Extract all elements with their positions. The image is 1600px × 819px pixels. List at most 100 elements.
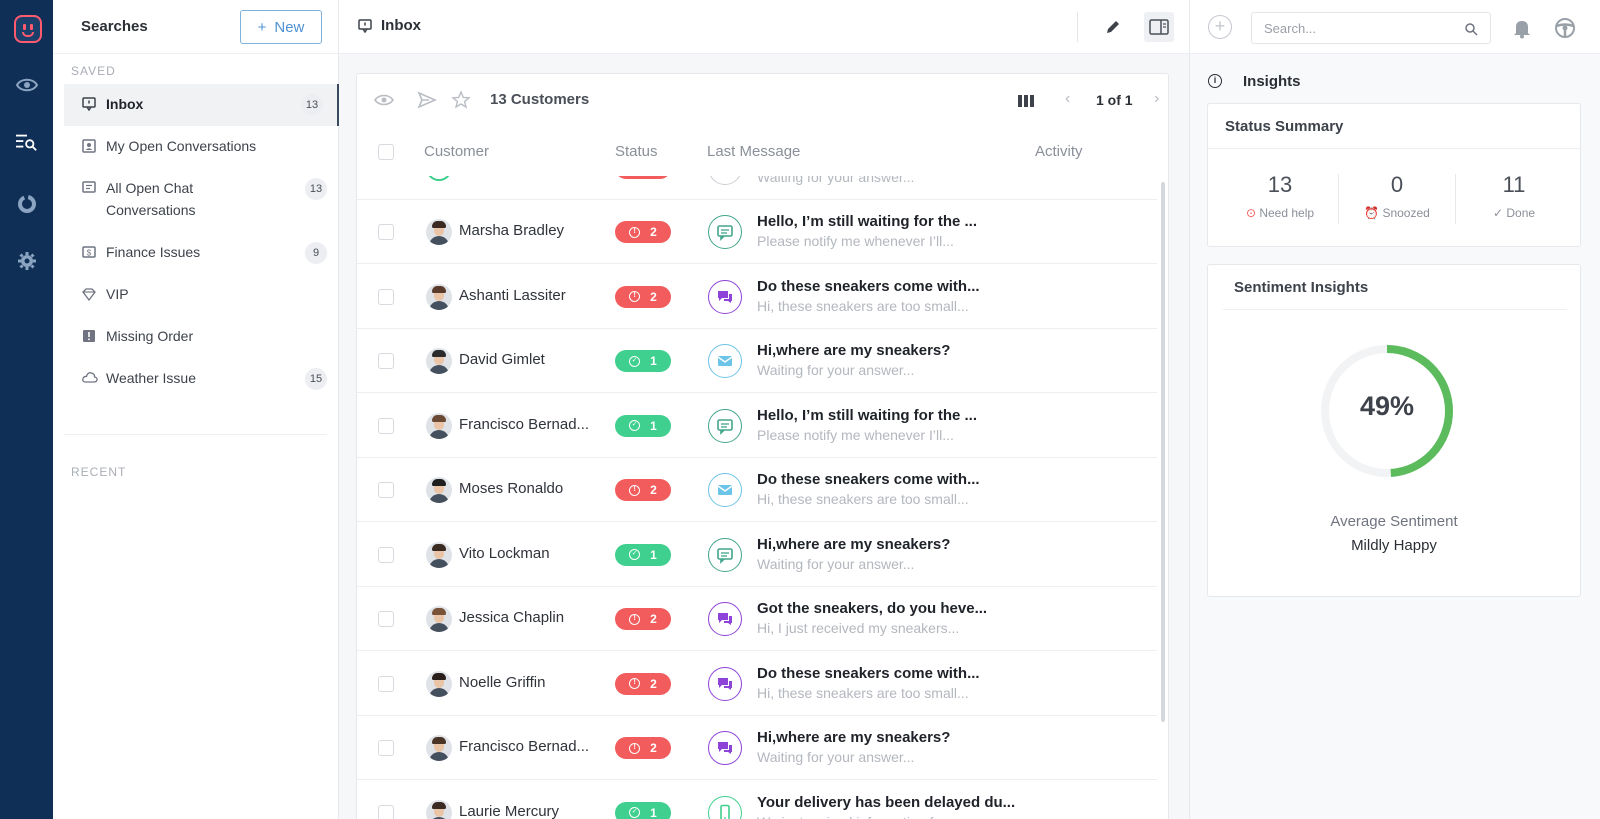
sidebar-item-inbox[interactable]: Inbox 13 [64, 84, 339, 126]
customer-name[interactable]: Francisco Bernad... [459, 738, 589, 755]
alert-circle-icon: ! [629, 678, 641, 689]
messenger-icon [708, 602, 742, 636]
columns-icon[interactable] [1018, 94, 1034, 108]
list-scrollbar[interactable] [1161, 182, 1165, 722]
stat-value: 0 [1390, 172, 1404, 197]
table-row[interactable]: Francisco Bernad... ✓ 1 Hello, I’m still wa… [357, 393, 1157, 458]
message-title: Do these sneakers come with... [757, 471, 980, 488]
status-count: 2 [650, 483, 657, 497]
customer-name[interactable]: Laurie Mercury [459, 803, 559, 819]
chat-list-icon [82, 181, 96, 195]
search-input[interactable]: Search... [1251, 12, 1491, 44]
customer-name[interactable]: Francisco Bernad... [459, 416, 589, 433]
customer-name[interactable]: Noelle Griffin [459, 674, 545, 691]
avatar [426, 412, 452, 439]
avatar [426, 477, 452, 503]
table-row[interactable]: Vito Lockman ✓ 1 Hi,where are my sneakers? W… [357, 522, 1157, 587]
search-list-icon[interactable] [16, 131, 38, 153]
column-header-status[interactable]: Status [615, 143, 658, 160]
sidebar-item-finance-issues[interactable]: $ Finance Issues 9 [64, 232, 339, 274]
table-row[interactable]: Moses Ronaldo! 2 Do these sneakers come wi… [357, 458, 1157, 522]
app-logo-icon[interactable] [14, 15, 42, 43]
bell-icon[interactable] [1511, 17, 1533, 39]
chat-icon [708, 176, 742, 185]
table-body: Waiting for your answer... Marsha Bradle… [357, 176, 1157, 819]
sidebar-item-vip[interactable]: VIP [64, 274, 339, 316]
table-row[interactable]: Jessica Chaplin! 2 Got the sneakers, do yo… [357, 587, 1157, 651]
row-checkbox[interactable] [378, 224, 394, 240]
row-checkbox[interactable] [378, 353, 394, 369]
check-icon: ✓ [629, 355, 641, 367]
sidebar-item-all-open-chat-conversations[interactable]: All Open Chat Conversations 13 [64, 168, 339, 224]
row-checkbox[interactable] [378, 546, 394, 563]
status-count: 1 [650, 354, 657, 368]
chevron-left-icon[interactable]: ‹ [1065, 90, 1070, 108]
recent-section-label: RECENT [71, 465, 127, 479]
table-row[interactable]: Marsha Bradley! 2 Hello, I’m still waiting… [357, 200, 1157, 264]
avatar [426, 219, 452, 245]
eye-icon[interactable] [16, 74, 38, 96]
table-row[interactable]: Francisco Bernad...! 2 Hi,where are my sne… [357, 716, 1157, 780]
stat-done[interactable]: 11 ✓ Done [1454, 172, 1574, 220]
sidebar-item-my-open-conversations[interactable]: My Open Conversations [64, 126, 339, 168]
insights-panel: + Search... i Insights Status Summary 13… [1189, 0, 1600, 819]
row-checkbox[interactable] [378, 740, 394, 756]
customer-name[interactable]: David Gimlet [459, 351, 545, 368]
dollar-icon: $ [82, 245, 96, 259]
customer-name[interactable]: Vito Lockman [459, 545, 550, 562]
column-header-last-message[interactable]: Last Message [707, 143, 800, 160]
status-badge: ! 2 [615, 737, 671, 759]
stat-label-row: ⏰ Snoozed [1337, 206, 1457, 220]
send-icon[interactable] [417, 90, 439, 112]
stat-need-help[interactable]: 13 ⊙ Need help [1220, 172, 1340, 220]
table-row[interactable]: Noelle Griffin! 2 Do these sneakers come w… [357, 651, 1157, 716]
alert-circle-icon: ! [629, 742, 641, 754]
column-header-customer[interactable]: Customer [424, 143, 489, 160]
new-search-button[interactable]: + New [240, 10, 322, 44]
star-icon[interactable] [451, 90, 473, 112]
add-icon[interactable]: + [1208, 15, 1232, 39]
message-preview: Waiting for your answer... [757, 362, 915, 378]
table-row[interactable]: Laurie Mercury ✓ 1 Your delivery has been d… [357, 780, 1157, 819]
row-checkbox[interactable] [378, 804, 394, 819]
row-checkbox[interactable] [378, 288, 394, 305]
table-row[interactable]: Waiting for your answer... [357, 176, 1157, 200]
avatar [426, 348, 452, 374]
chat-icon [708, 215, 742, 249]
chat-icon [708, 537, 742, 572]
customer-name[interactable]: Marsha Bradley [459, 222, 564, 239]
message-title: Hello, I’m still waiting for the ... [757, 213, 978, 230]
nav-rail [0, 0, 53, 819]
alert-circle-icon: ! [629, 484, 641, 496]
row-checkbox[interactable] [378, 611, 394, 627]
message-title: Hi,where are my sneakers? [757, 535, 951, 553]
row-checkbox[interactable] [378, 482, 394, 498]
sidebar-item-missing-order[interactable]: Missing Order [64, 316, 339, 358]
column-header-activity[interactable]: Activity [1035, 143, 1083, 160]
message-title: Got the sneakers, do you heve... [757, 600, 988, 617]
table-row[interactable]: David Gimlet ✓ 1 Hi,where are my sneakers? W… [357, 329, 1157, 393]
toggle-panel-icon[interactable] [1144, 12, 1174, 42]
pencil-icon[interactable] [1103, 17, 1123, 37]
customer-name[interactable]: Ashanti Lassiter [459, 287, 566, 304]
sidebar-item-weather-issue[interactable]: Weather Issue 15 [64, 358, 339, 400]
messenger-icon [708, 731, 742, 765]
customer-name[interactable]: Jessica Chaplin [459, 609, 564, 626]
steering-wheel-icon[interactable] [1554, 17, 1576, 39]
chevron-right-icon[interactable]: › [1154, 90, 1159, 108]
person-card-icon [82, 139, 96, 153]
eye-icon[interactable] [374, 90, 396, 112]
messenger-icon [708, 666, 742, 701]
sidebar-item-count: 13 [301, 94, 323, 116]
row-checkbox[interactable] [378, 417, 394, 434]
message-preview: Waiting for your answer... [757, 749, 915, 765]
row-checkbox[interactable] [378, 675, 394, 692]
status-badge: ! 2 [615, 672, 671, 695]
reports-icon[interactable] [16, 193, 38, 215]
message-title: Hi,where are my sneakers? [757, 342, 951, 359]
gear-icon[interactable] [16, 250, 38, 272]
select-all-checkbox[interactable] [378, 144, 394, 160]
stat-snoozed[interactable]: 0 ⏰ Snoozed [1337, 172, 1457, 220]
customer-name[interactable]: Moses Ronaldo [459, 480, 563, 497]
table-row[interactable]: Ashanti Lassiter! 2 Do these sneakers come… [357, 264, 1157, 329]
